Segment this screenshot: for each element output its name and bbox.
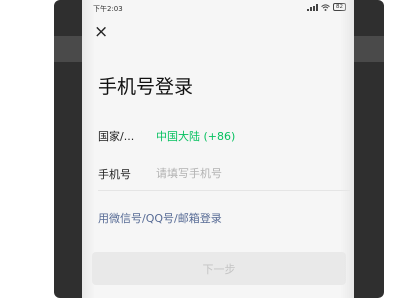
close-button[interactable]: ×	[94, 22, 109, 42]
phone-input[interactable]	[156, 163, 346, 183]
country-label: 国家/...	[98, 130, 135, 143]
login-screen: 下午2:03 82 × 手机号登录 国家/... 中国大陆 (+86) 手机号 …	[82, 0, 354, 298]
phone-label: 手机号	[98, 168, 131, 181]
close-icon: ×	[94, 22, 109, 42]
phone-row: 手机号	[98, 163, 348, 185]
status-bar: 下午2:03 82	[82, 0, 354, 16]
page-title: 手机号登录	[98, 76, 194, 98]
battery-icon: 82	[333, 3, 346, 11]
wifi-icon	[321, 3, 330, 11]
next-button[interactable]: 下一步	[92, 252, 346, 285]
signal-icon	[307, 3, 318, 11]
phone-row-divider	[98, 190, 350, 191]
alt-login-link[interactable]: 用微信号/QQ号/邮箱登录	[98, 210, 222, 226]
status-icons: 82	[307, 3, 346, 11]
country-value[interactable]: 中国大陆 (+86)	[156, 128, 235, 144]
status-time: 下午2:03	[93, 5, 123, 13]
country-row[interactable]: 国家/... 中国大陆 (+86)	[98, 125, 348, 147]
